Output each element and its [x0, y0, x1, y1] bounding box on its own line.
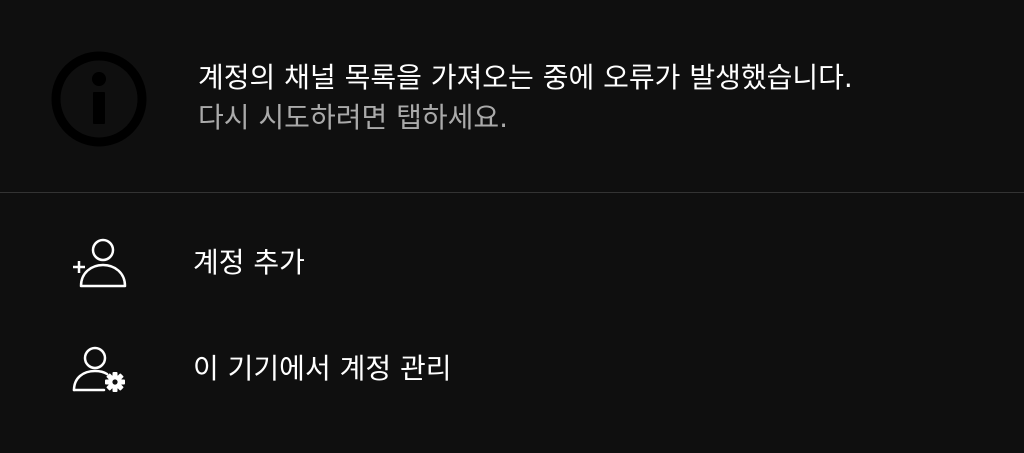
manage-accounts-item[interactable]: 이 기기에서 계정 관리 — [0, 316, 1024, 420]
info-icon — [51, 51, 147, 147]
manage-accounts-icon — [72, 346, 125, 392]
manage-accounts-label: 이 기기에서 계정 관리 — [193, 352, 452, 385]
add-account-item[interactable]: 계정 추가 — [0, 212, 1024, 316]
divider — [0, 192, 1024, 193]
error-retry-banner[interactable]: 계정의 채널 목록을 가져오는 중에 오류가 발생했습니다. 다시 시도하려면 … — [0, 0, 1024, 192]
add-account-label: 계정 추가 — [193, 246, 305, 279]
add-account-icon — [73, 238, 127, 288]
retry-hint: 다시 시도하려면 탭하세요. — [198, 101, 509, 134]
error-message: 계정의 채널 목록을 가져오는 중에 오류가 발생했습니다. — [198, 61, 853, 94]
